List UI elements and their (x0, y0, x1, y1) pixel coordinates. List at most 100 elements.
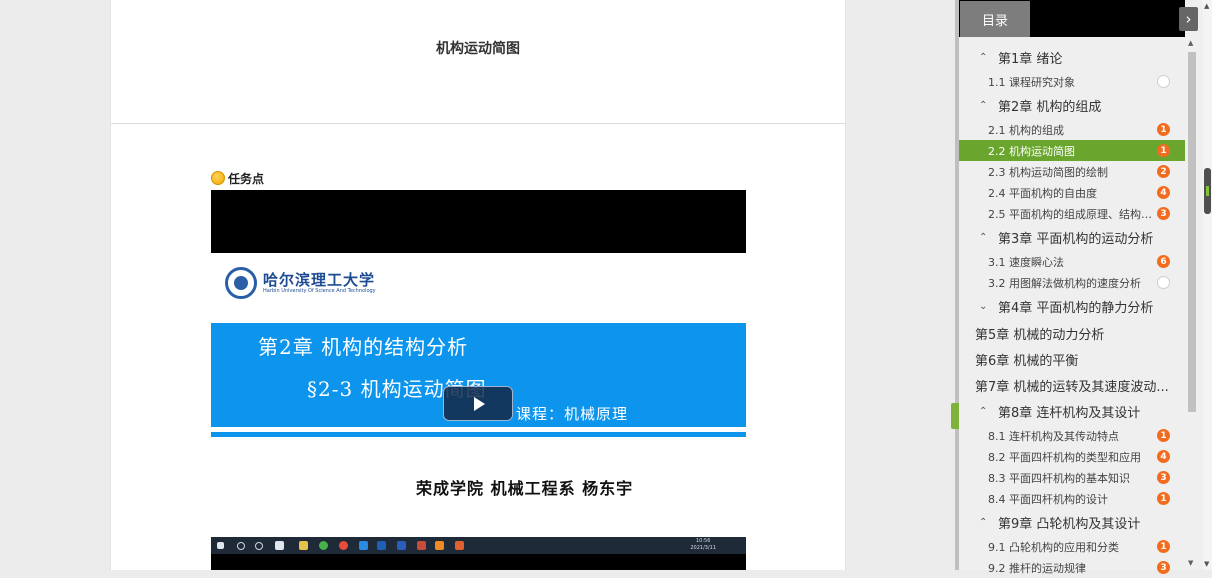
toc-section-label: 2.1 机构的组成 (988, 123, 1064, 137)
toc-chapter-label: 第4章 平面机构的静力分析 (998, 301, 1154, 316)
app-icon (435, 541, 444, 550)
recorded-taskbar: 10:56 2021/3/11 (211, 537, 746, 554)
toc-section[interactable]: 2.4 平面机构的自由度 4 (959, 182, 1185, 203)
chevron-down-icon[interactable]: ⌄ (979, 301, 993, 312)
toc-section[interactable]: 9.1 凸轮机构的应用和分类 1 (959, 536, 1185, 557)
browser-icon (339, 541, 348, 550)
toc-section[interactable]: 1.1 课程研究对象 (959, 71, 1185, 92)
task-point-label: 任务点 (211, 170, 264, 186)
toc-chapter-label: 第1章 绪论 (998, 52, 1063, 67)
slide-chapter-title: 第2章 机构的结构分析 (258, 335, 469, 359)
university-name: 哈尔滨理工大学 (263, 271, 376, 289)
toc-section-label: 3.1 速度瞬心法 (988, 255, 1064, 269)
toc-section-label: 9.1 凸轮机构的应用和分类 (988, 540, 1119, 554)
toc-section-label: 3.2 用图解法做机构的速度分析 (988, 276, 1141, 290)
app-icon (377, 541, 386, 550)
toc-section-label: 2.3 机构运动简图的绘制 (988, 165, 1108, 179)
play-button[interactable] (443, 386, 513, 421)
sidebar-collapse-tab[interactable] (951, 403, 959, 429)
toc-section-label: 8.2 平面四杆机构的类型和应用 (988, 450, 1141, 464)
status-circle-icon (1157, 75, 1170, 88)
app-icon (455, 541, 464, 550)
toc-section[interactable]: 8.3 平面四杆机构的基本知识 3 (959, 467, 1185, 488)
page-title: 机构运动简图 (436, 41, 520, 57)
folder-icon (299, 541, 308, 550)
app-icon (417, 541, 426, 550)
task-count-badge: 6 (1157, 255, 1170, 268)
chevron-up-icon[interactable]: ⌃ (979, 100, 993, 111)
app-icon (359, 541, 368, 550)
page-scrollbar[interactable] (1203, 0, 1212, 570)
page-scroll-down-icon[interactable]: ▼ (1204, 560, 1209, 568)
task-count-badge: 4 (1157, 186, 1170, 199)
task-dot-icon (211, 171, 225, 185)
toc-section-label: 8.4 平面四杆机构的设计 (988, 492, 1108, 506)
tab-toc[interactable]: 目录 (960, 1, 1030, 37)
toc-chapter[interactable]: ⌃ 第9章 凸轮机构及其设计 (959, 509, 1185, 536)
university-logo: 哈尔滨理工大学 Harbin University Of Science And… (225, 267, 376, 299)
toc-chapter[interactable]: ⌃ 第8章 连杆机构及其设计 (959, 398, 1185, 425)
seal-icon (225, 267, 257, 299)
toc-section-active[interactable]: 2.2 机构运动简图 1 (959, 140, 1185, 161)
toc-chapter-label: 第2章 机构的组成 (998, 100, 1102, 115)
task-label: 任务点 (228, 171, 265, 186)
toc-section[interactable]: 3.2 用图解法做机构的速度分析 (959, 272, 1185, 293)
taskbar-clock: 10:56 2021/3/11 (690, 538, 716, 551)
video-player[interactable]: 哈尔滨理工大学 Harbin University Of Science And… (211, 190, 746, 570)
task-count-badge: 1 (1157, 123, 1170, 136)
toc-chapter[interactable]: 第6章 机械的平衡 (959, 346, 1185, 372)
toc-section-label: 8.3 平面四杆机构的基本知识 (988, 471, 1130, 485)
scroll-up-icon[interactable]: ▲ (1188, 39, 1193, 47)
toc-section-label: 9.2 推杆的运动规律 (988, 561, 1086, 575)
toc-chapter-label: 第5章 机械的动力分析 (975, 327, 1105, 343)
toc-section[interactable]: 8.4 平面四杆机构的设计 1 (959, 488, 1185, 509)
toc-section-label: 2.2 机构运动简图 (988, 144, 1075, 158)
windows-icon (217, 542, 224, 549)
search-icon (237, 542, 245, 550)
page-scroll-thumb[interactable] (1204, 168, 1211, 214)
app-icon (275, 541, 284, 550)
toc-section[interactable]: 9.2 推杆的运动规律 3 (959, 557, 1185, 578)
divider (111, 123, 845, 124)
status-circle-icon (1157, 276, 1170, 289)
toc-chapter-label: 第8章 连杆机构及其设计 (998, 406, 1141, 421)
task-count-badge: 4 (1157, 450, 1170, 463)
toc-chapter[interactable]: ⌃ 第2章 机构的组成 (959, 92, 1185, 119)
task-view-icon (255, 542, 263, 550)
toc-section-label: 2.4 平面机构的自由度 (988, 186, 1097, 200)
scroll-down-icon[interactable]: ▼ (1188, 559, 1193, 567)
toc-chapter[interactable]: ⌃ 第1章 绪论 (959, 44, 1185, 71)
toc-chapter[interactable]: ⌄ 第4章 平面机构的静力分析 (959, 293, 1185, 320)
play-icon (474, 396, 485, 411)
toc-section[interactable]: 2.5 平面机构的组成原理、结构分... 3 (959, 203, 1185, 224)
toc-chapter[interactable]: 第7章 机械的运转及其速度波动... (959, 372, 1185, 398)
task-count-badge: 1 (1157, 492, 1170, 505)
slide-course: 课程：机械原理 (516, 405, 629, 423)
university-name-en: Harbin University Of Science And Technol… (263, 288, 376, 294)
toc-section[interactable]: 3.1 速度瞬心法 6 (959, 251, 1185, 272)
toc-chapter[interactable]: 第5章 机械的动力分析 (959, 320, 1185, 346)
task-count-badge: 3 (1157, 207, 1170, 220)
toc-section[interactable]: 2.1 机构的组成 1 (959, 119, 1185, 140)
word-icon (397, 541, 406, 550)
toc-chapter[interactable]: ⌃ 第3章 平面机构的运动分析 (959, 224, 1185, 251)
content-panel: 机构运动简图 任务点 哈尔滨理工大学 Harbin University Of … (110, 0, 846, 570)
toc-chapter-label: 第7章 机械的运转及其速度波动... (975, 379, 1169, 395)
toc-sidebar: 目录 › ⌃ 第1章 绪论 1.1 课程研究对象 ⌃ 第2章 机构的组成 2.1 机构的组… (959, 0, 1212, 575)
chevron-up-icon[interactable]: ⌃ (979, 232, 993, 243)
toc-section[interactable]: 2.3 机构运动简图的绘制 2 (959, 161, 1185, 182)
page-scroll-up-icon[interactable]: ▲ (1204, 2, 1209, 10)
task-count-badge: 3 (1157, 471, 1170, 484)
chevron-up-icon[interactable]: ⌃ (979, 517, 993, 528)
toc-section[interactable]: 8.1 连杆机构及其传动特点 1 (959, 425, 1185, 446)
toc-scroll-thumb[interactable] (1188, 52, 1196, 412)
app-icon (319, 541, 328, 550)
task-count-badge: 1 (1157, 144, 1170, 157)
chevron-up-icon[interactable]: ⌃ (979, 52, 993, 63)
task-count-badge: 3 (1157, 561, 1170, 574)
sidebar-header: 目录 › (959, 0, 1198, 37)
toc-section[interactable]: 8.2 平面四杆机构的类型和应用 4 (959, 446, 1185, 467)
chevron-right-icon[interactable]: › (1179, 7, 1198, 31)
toc-section-label: 8.1 连杆机构及其传动特点 (988, 429, 1119, 443)
chevron-up-icon[interactable]: ⌃ (979, 406, 993, 417)
